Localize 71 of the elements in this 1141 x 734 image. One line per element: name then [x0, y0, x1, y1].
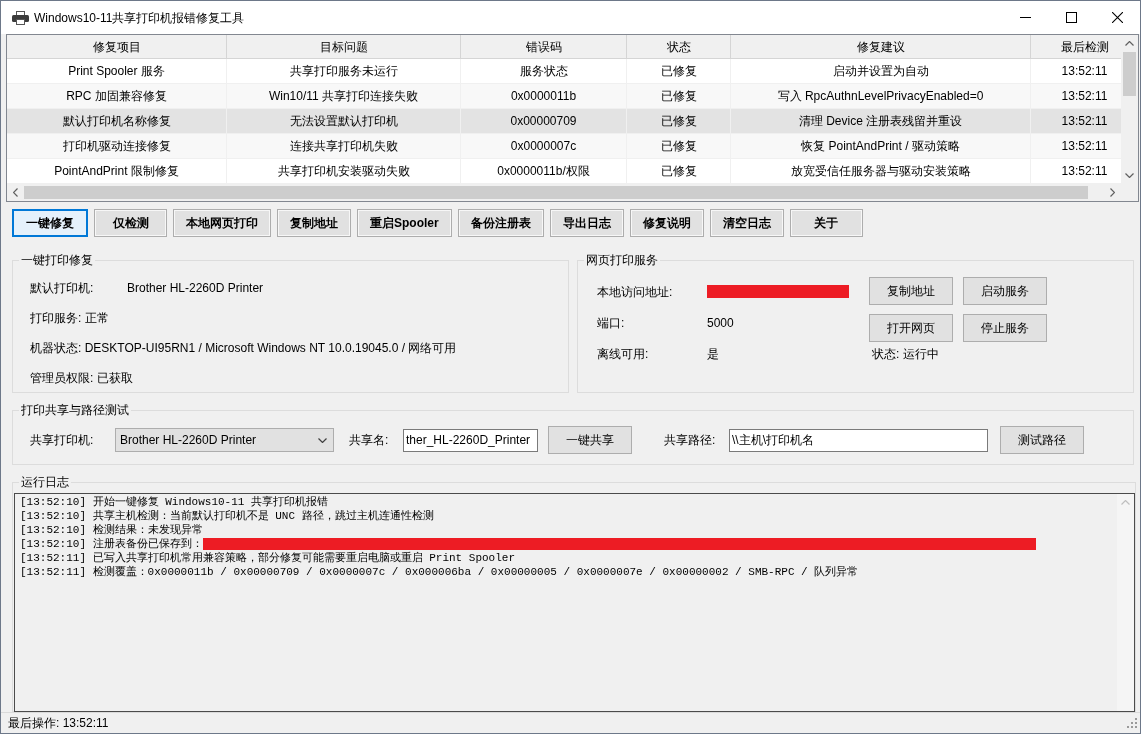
status-text: 最后操作: 13:52:11	[8, 715, 110, 732]
group-title: 一键打印修复	[20, 253, 94, 267]
scrollbar-thumb[interactable]	[24, 186, 1088, 199]
field-value: 5000	[707, 314, 734, 332]
field-label: 离线可用:	[597, 345, 650, 363]
toolbar-button[interactable]: 复制地址	[277, 209, 351, 237]
log-line: [13:52:10] 共享主机检测：当前默认打印机不是 UNC 路径，跳过主机连通性检测	[20, 509, 434, 523]
toolbar-button[interactable]: 导出日志	[549, 209, 624, 237]
close-icon	[1111, 12, 1123, 23]
status-text: 管理员权限: 已获取	[30, 370, 133, 387]
log-line: [13:52:10] 开始一键修复 Windows10-11 共享打印机报错	[20, 495, 329, 509]
group-title: 网页打印服务	[585, 253, 659, 267]
log-line: [13:52:10] 注册表备份已保存到：	[20, 537, 203, 551]
column-header[interactable]: 错误码	[461, 35, 627, 59]
field-label: 本地访问地址:	[597, 283, 674, 301]
log-line: [13:52:11] 已写入共享打印机常用兼容策略，部分修复可能需要重启电脑或重启 Print Spooler	[20, 551, 516, 565]
share-name-field[interactable]: ther_HL-2260D_Printer	[403, 428, 538, 452]
button[interactable]: 停止服务	[963, 314, 1047, 342]
button[interactable]: 启动服务	[963, 277, 1047, 305]
toolbar-button[interactable]: 本地网页打印	[173, 209, 271, 237]
field-value: Brother HL-2260D Printer	[127, 280, 264, 297]
scrollbar[interactable]	[7, 184, 1121, 201]
table-row[interactable]: Print Spooler 服务 共享打印服务未运行 服务状态 已修复 启动并设置为自动 13:52:11	[7, 59, 1121, 84]
group-title: 运行日志	[20, 475, 70, 489]
chevron-right-icon[interactable]	[1110, 188, 1115, 197]
maximize-icon	[1065, 12, 1077, 23]
table-row[interactable]: 打印机驱动连接修复 连接共享打印机失败 0x0000007c 已修复 恢复 PointAndPrint / 驱动策略 13:52:11	[7, 134, 1121, 159]
button[interactable]: 一键共享	[548, 426, 632, 454]
toolbar-button[interactable]: 一键修复	[12, 209, 88, 237]
chevron-down-icon[interactable]	[1125, 173, 1134, 178]
field-label: 共享打印机:	[30, 432, 95, 449]
share-path-field[interactable]: \\主机\打印机名	[729, 428, 988, 452]
toolbar-button[interactable]: 清空日志	[709, 209, 784, 237]
button[interactable]: 测试路径	[1000, 426, 1084, 454]
toolbar-button[interactable]: 关于	[789, 209, 863, 237]
scrollbar[interactable]	[1117, 494, 1134, 711]
log-line: [13:52:11] 检测覆盖：0x0000011b / 0x00000709 / 0x0000007c / 0x000006ba / 0x00000005 / 0x0000007e / 0x00000002 / SMB-RPC / 队列异常	[20, 565, 859, 579]
minimize-icon	[1019, 17, 1031, 18]
chevron-left-icon[interactable]	[13, 188, 18, 197]
status-text: 状态: 运行中	[872, 347, 940, 361]
scrollbar-thumb[interactable]	[1123, 52, 1136, 96]
column-header[interactable]: 最后检测	[1031, 35, 1121, 59]
table-row[interactable]: PointAndPrint 限制修复 共享打印机安装驱动失败 0x0000011b/权限 已修复 放宽受信任服务器与驱动安装策略 13:52:11	[7, 159, 1121, 184]
column-header[interactable]: 修复建议	[731, 35, 1031, 59]
group-title: 打印共享与路径测试	[20, 403, 130, 417]
column-header[interactable]: 修复项目	[7, 35, 227, 59]
button[interactable]: 打开网页	[869, 314, 953, 342]
status-text: 机器状态: DESKTOP-UI95RN1 / Microsoft Windows NT 10.0.19045.0 / 网络可用	[30, 340, 457, 357]
toolbar-button[interactable]: 仅检测	[94, 209, 167, 237]
resize-grip-icon[interactable]	[1127, 718, 1137, 728]
column-header[interactable]: 目标问题	[227, 35, 461, 59]
field-label: 共享路径:	[664, 432, 717, 449]
toolbar-button[interactable]: 修复说明	[629, 209, 704, 237]
chevron-up-icon[interactable]	[1125, 41, 1134, 46]
status-text: 打印服务: 正常	[30, 310, 109, 327]
scrollbar[interactable]	[1121, 35, 1138, 184]
table-row[interactable]: RPC 加固兼容修复 Win10/11 共享打印连接失败 0x0000011b 已修复 写入 RpcAuthnLevelPrivacyEnabled=0 13:52:11	[7, 84, 1121, 109]
field-value: 是	[707, 345, 719, 363]
field-label: 端口:	[597, 314, 626, 332]
log-line: [13:52:10] 检测结果：未发现异常	[20, 523, 203, 537]
toolbar-button[interactable]: 备份注册表	[457, 209, 544, 237]
field-label: 默认打印机:	[30, 280, 95, 297]
window-title: Windows10-11共享打印机报错修复工具	[34, 9, 245, 27]
printer-icon	[12, 10, 29, 25]
printer-dropdown[interactable]: Brother HL-2260D Printer	[115, 428, 334, 452]
toolbar-button[interactable]: 重启Spooler	[357, 209, 452, 237]
field-label: 共享名:	[349, 432, 390, 449]
button[interactable]: 复制地址	[869, 277, 953, 305]
column-header[interactable]: 状态	[627, 35, 731, 59]
chevron-down-icon	[318, 437, 327, 443]
table-row[interactable]: 默认打印机名称修复 无法设置默认打印机 0x00000709 已修复 清理 Device 注册表残留并重设 13:52:11	[7, 109, 1121, 134]
